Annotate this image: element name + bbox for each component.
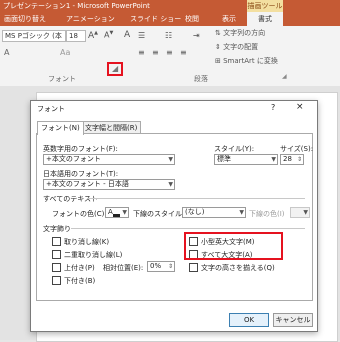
font-style-row-icon: A [4,48,10,57]
offset-value: 0% [150,262,162,270]
font-group-label: フォント [48,75,76,83]
justify-icon[interactable]: ≡ [180,48,187,57]
effects-label: 文字飾り [43,225,71,233]
bullets-icon[interactable]: ☰ [138,31,145,40]
asian-font-select[interactable]: +本文のフォント - 日本語 ▼ [43,179,175,190]
tab-font[interactable]: フォント(N) [37,121,84,135]
font-dialog: フォント ? × フォント(N) 文字幅と間隔(R) 英数字用のフォント(F):… [30,100,318,332]
equalize-height-checkbox[interactable] [189,263,198,272]
strikethrough-checkbox[interactable] [52,237,61,246]
ribbon: MS Pゴシック (本 18 A▲ A▼ A ☰ ☷ ⇥ ⇅ 文字列の方向 ⇕ … [0,26,340,87]
chevron-down-icon: ▼ [168,156,173,163]
dialog-body: 英数字用のフォント(F): +本文のフォント ▼ スタイル(Y): 標準 ▼ サイズ… [36,133,313,301]
tab-format[interactable]: 書式 [247,12,283,26]
tab-slideshow[interactable]: スライド ショー [130,14,181,24]
title-bar: プレゼンテーション1 - Microsoft PowerPoint 描画ツール [0,0,340,12]
dialog-title: フォント [37,105,65,113]
subscript-checkbox[interactable] [52,276,61,285]
align-text-label: 文字の配置 [223,43,259,51]
asian-font-value: +本文のフォント - 日本語 [46,180,129,188]
grow-font-icon[interactable]: A▲ [88,30,98,41]
font-color-swatch-icon: A [108,208,120,217]
offset-label: 相対位置(E): [103,264,144,272]
window-title: プレゼンテーション1 - Microsoft PowerPoint [3,2,150,10]
font-name-box[interactable]: MS Pゴシック (本 [2,30,66,42]
dialog-launcher-icon: ◢ [112,64,119,73]
equalize-height-label: 文字の高さを揃える(Q) [201,264,275,272]
size-value: 28 [283,155,292,163]
underline-style-select[interactable]: (なし) ▼ [182,207,246,218]
ribbon-tabs: 画面切り替え アニメーション スライド ショー 校閲 表示 書式 [0,12,340,26]
text-direction-label: 文字列の方向 [223,29,266,37]
cancel-button[interactable]: キャンセル [273,313,313,327]
font-dialog-launcher[interactable]: ◢ [107,62,123,76]
style-label: スタイル(Y): [214,145,255,153]
smartart-button[interactable]: ⊞ SmartArt に変換 [215,56,278,66]
paragraph-group-label: 段落 [194,75,208,83]
western-font-value: +本文のフォント [46,155,101,163]
dialog-title-bar: フォント ? × [31,101,317,115]
text-direction-icon: ⇅ [215,29,224,37]
context-tab-label: 描画ツール [247,0,283,12]
font-color-icon[interactable]: Aa [60,48,70,57]
style-select[interactable]: 標準 ▼ [214,154,278,165]
section-divider [87,198,305,199]
highlight-box [184,232,283,260]
superscript-label: 上付き(P) [64,264,95,272]
font-color-label: フォントの色(C) [52,210,105,218]
align-text-icon: ⇕ [215,43,224,51]
tab-view[interactable]: 表示 [222,14,236,24]
size-label: サイズ(S): [280,145,314,153]
all-text-label: すべてのテキスト [43,195,99,203]
chevron-down-icon: ▼ [303,209,308,216]
smartart-label: SmartArt に変換 [223,57,278,65]
chevron-down-icon: ▼ [168,181,173,188]
font-color-button[interactable]: A ▼ [105,207,129,218]
close-icon[interactable]: × [296,102,304,112]
text-direction-button[interactable]: ⇅ 文字列の方向 [215,28,265,38]
ok-button[interactable]: OK [229,313,269,327]
section-divider [71,228,305,229]
shrink-font-icon[interactable]: A▼ [104,30,113,40]
double-strikethrough-label: 二重取り消し線(L) [64,251,123,259]
align-right-icon[interactable]: ≡ [166,48,173,57]
spinner-icon: ⇕ [296,156,302,163]
clear-format-icon[interactable]: A [124,30,130,40]
offset-input[interactable]: 0% ⇕ [147,261,175,272]
font-size-box[interactable]: 18 [66,30,86,42]
spinner-icon: ⇕ [167,263,173,270]
align-text-button[interactable]: ⇕ 文字の配置 [215,42,258,52]
double-strikethrough-checkbox[interactable] [52,250,61,259]
chevron-down-icon: ▼ [239,209,244,216]
underline-style-value: (なし) [185,208,205,216]
paragraph-launcher-icon[interactable]: ◢ [282,73,287,80]
numbering-icon[interactable]: ☷ [165,31,172,40]
underline-color-button[interactable]: ▼ [290,207,310,218]
western-font-select[interactable]: +本文のフォント ▼ [43,154,175,165]
help-icon[interactable]: ? [271,103,275,112]
size-input[interactable]: 28 ⇕ [280,154,304,165]
superscript-checkbox[interactable] [52,263,61,272]
western-font-label: 英数字用のフォント(F): [43,145,118,153]
underline-color-label: 下線の色(I) [249,210,285,218]
chevron-down-icon: ▼ [122,209,127,216]
align-center-icon[interactable]: ≡ [152,48,159,57]
align-left-icon[interactable]: ≡ [138,48,145,57]
asian-font-label: 日本語用のフォント(T): [43,170,119,178]
tab-transitions[interactable]: 画面切り替え [4,14,46,24]
strikethrough-label: 取り消し線(K) [64,238,110,246]
indent-icon[interactable]: ⇥ [193,31,200,40]
smartart-icon: ⊞ [215,57,224,65]
style-value: 標準 [217,155,231,163]
tab-review[interactable]: 校閲 [185,14,199,24]
chevron-down-icon: ▼ [271,156,276,163]
subscript-label: 下付き(B) [64,277,96,285]
tab-animations[interactable]: アニメーション [66,14,115,24]
